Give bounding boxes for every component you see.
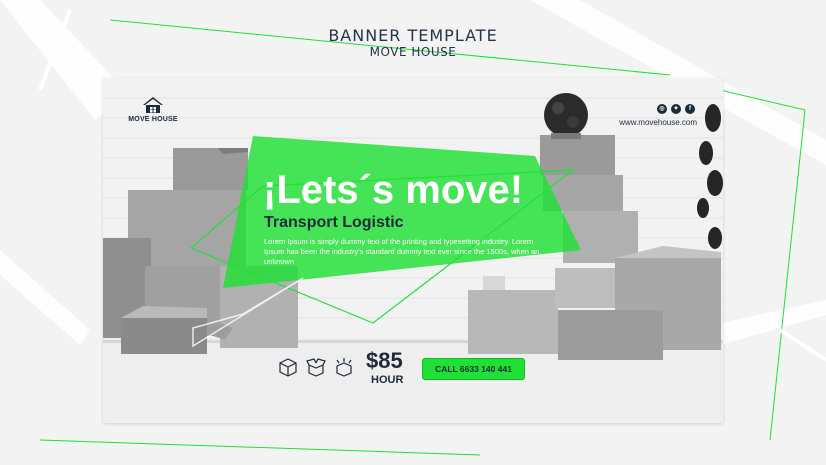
headline: ¡Lets´s move! (263, 168, 524, 212)
page-title: BANNER TEMPLATE (328, 26, 498, 45)
social-icons: ◎ ✦ f (657, 104, 695, 114)
logo-text: MOVE HOUSE (128, 116, 178, 123)
box-arrows-icon (334, 357, 354, 377)
subheadline: Transport Logistic (264, 214, 404, 231)
price: $85 (366, 348, 403, 373)
call-button[interactable]: CALL 6633 140 441 (422, 358, 525, 380)
feature-icons (278, 357, 354, 377)
facebook-icon[interactable]: f (685, 104, 695, 114)
banner: MOVE HOUSE ◎ ✦ f www.movehouse.com ¡Lets… (103, 78, 723, 423)
page-subtitle: MOVE HOUSE (369, 45, 457, 59)
house-icon (143, 97, 163, 113)
website-link[interactable]: www.movehouse.com (619, 118, 697, 127)
instagram-icon[interactable]: ◎ (657, 104, 667, 114)
box-icon (278, 357, 298, 377)
brand-logo: MOVE HOUSE (125, 96, 181, 123)
twitter-icon[interactable]: ✦ (671, 104, 681, 114)
body-text: Lorem Ipsum is simply dummy text of the … (264, 237, 540, 266)
open-box-icon (306, 357, 326, 377)
price-unit: HOUR (371, 374, 404, 386)
